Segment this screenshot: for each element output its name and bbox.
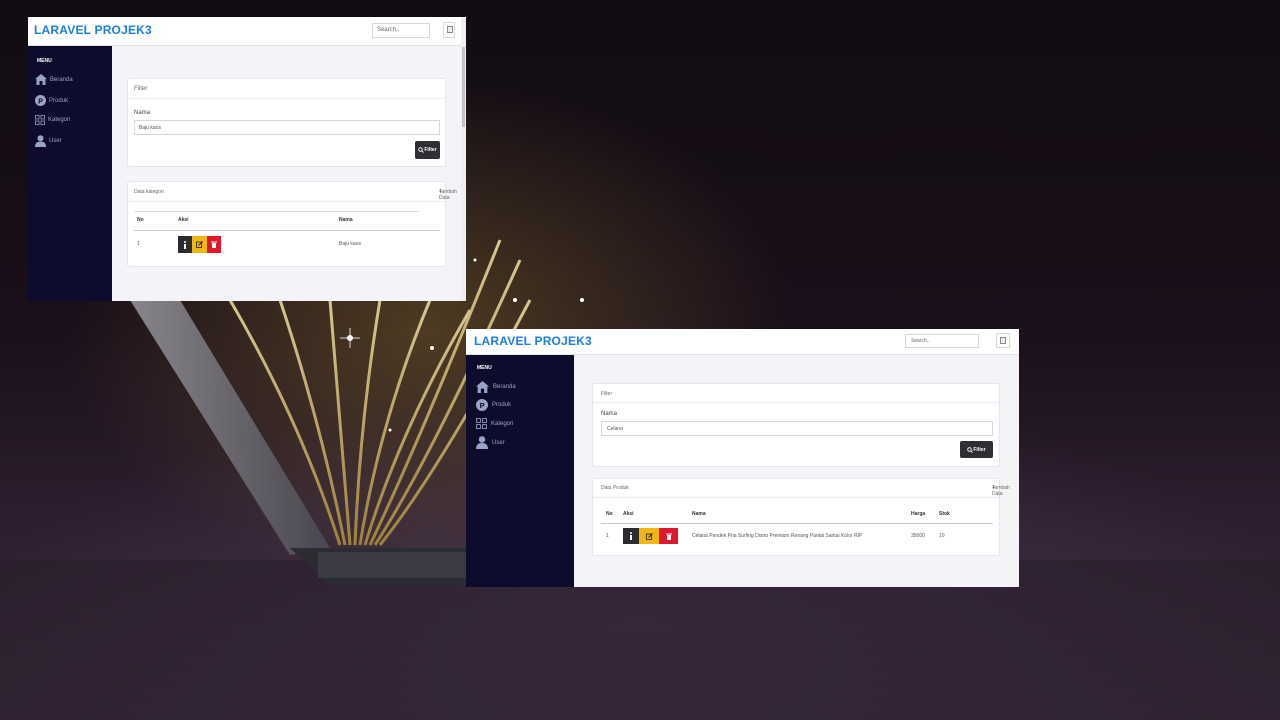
user-icon: [35, 135, 46, 147]
table-top-line: [134, 211, 419, 212]
profile-image-button[interactable]: [996, 333, 1010, 348]
profile-image-button[interactable]: [443, 22, 455, 38]
search-input[interactable]: Search..: [372, 23, 430, 38]
home-icon: [35, 74, 47, 85]
home-icon: [476, 381, 489, 393]
delete-button[interactable]: [207, 236, 221, 253]
sidebar: MENU Beranda P Produk Kategori User: [466, 355, 574, 587]
column-header-no: No: [606, 511, 613, 517]
table-cell-no: 1: [137, 241, 140, 247]
grid-icon: [476, 418, 487, 429]
filter-card-header: Filter: [593, 384, 999, 403]
sidebar-item-kategori[interactable]: Kategori: [476, 418, 513, 429]
svg-text:P: P: [38, 98, 43, 105]
grid-icon: [35, 115, 45, 125]
filter-title: Filter: [601, 391, 613, 397]
table-cell-stok: 10: [939, 533, 945, 539]
filter-button-label: Filter: [973, 446, 986, 453]
delete-button[interactable]: [659, 528, 678, 544]
table-cell-no: 1: [606, 533, 609, 539]
sidebar-item-beranda[interactable]: Beranda: [476, 381, 516, 393]
data-produk-card: Data Produk + Tambah Data No Aksi Nama Ha…: [592, 478, 1010, 556]
table-header-line: [601, 523, 993, 524]
column-header-aksi: Aksi: [178, 217, 189, 223]
sidebar-item-label: User: [49, 138, 62, 144]
data-card-header: Data Produk + Tambah Data: [593, 479, 1010, 498]
trash-icon: [211, 241, 217, 248]
table-header-line: [134, 230, 440, 231]
svg-text:P: P: [480, 401, 485, 410]
info-icon: [184, 240, 186, 249]
sidebar-item-produk[interactable]: P Produk: [35, 95, 68, 106]
edit-button[interactable]: [192, 236, 207, 253]
nama-label: Nama: [134, 110, 151, 116]
nama-input[interactable]: Celana: [601, 421, 993, 436]
sidebar: MENU Beranda P Produk Kategori User: [28, 46, 112, 301]
column-header-nama: Nama: [339, 217, 353, 223]
menu-title: MENU: [37, 58, 52, 64]
column-header-stok: Stok: [939, 511, 950, 517]
filter-card-header: Filter: [128, 79, 445, 99]
filter-card: Filter Nama Baju kaos Filter: [127, 78, 446, 167]
sidebar-item-label: Kategori: [491, 420, 514, 427]
column-header-aksi: Aksi: [623, 511, 634, 517]
add-data-label: Tambah Data: [439, 189, 457, 201]
screenshot-produk: LARAVEL PROJEK3 Search.. MENU Beranda P …: [466, 329, 1019, 587]
user-icon: [476, 436, 488, 449]
scrollbar[interactable]: [461, 17, 466, 301]
data-card-header: Data kategori + Tambah Data: [128, 182, 457, 202]
filter-button-label: Filter: [424, 147, 437, 153]
p-circle-icon: P: [35, 95, 46, 106]
nama-label: Nama: [601, 411, 618, 417]
broken-image-icon: [1000, 337, 1006, 344]
sidebar-item-label: Beranda: [50, 76, 73, 83]
sidebar-item-label: Beranda: [493, 384, 516, 390]
p-circle-icon: P: [476, 399, 488, 411]
table-cell-harga: 35000: [911, 533, 925, 539]
sidebar-item-user[interactable]: User: [476, 436, 505, 449]
brand-logo[interactable]: LARAVEL PROJEK3: [474, 334, 592, 348]
broken-image-icon: [447, 26, 453, 33]
edit-icon: [196, 241, 203, 248]
menu-title: MENU: [477, 365, 492, 371]
sidebar-item-label: Produk: [49, 97, 69, 104]
column-header-no: No: [137, 217, 144, 223]
table-cell-nama: Baju kaos: [339, 241, 361, 247]
sidebar-item-label: User: [492, 439, 505, 446]
info-button[interactable]: [623, 528, 639, 544]
table-cell-nama: Celana Pendek Pria Surfing Distro Premiu…: [692, 533, 863, 539]
filter-button[interactable]: Filter: [415, 141, 440, 159]
sidebar-item-label: Produk: [492, 402, 512, 408]
filter-button[interactable]: Filter: [960, 441, 993, 458]
edit-icon: [645, 532, 653, 540]
trash-icon: [665, 533, 672, 540]
filter-title: Filter: [134, 86, 148, 92]
nama-input[interactable]: Baju kaos: [134, 120, 440, 135]
info-button[interactable]: [178, 236, 192, 253]
screenshot-kategori: LARAVEL PROJEK3 Search.. MENU Beranda P …: [28, 17, 466, 301]
sidebar-item-kategori[interactable]: Kategori: [35, 115, 70, 125]
top-navbar: LARAVEL PROJEK3 Search..: [466, 329, 1019, 355]
brand-logo[interactable]: LARAVEL PROJEK3: [34, 23, 152, 37]
edit-button[interactable]: [639, 528, 659, 544]
sidebar-item-beranda[interactable]: Beranda: [35, 74, 73, 85]
sidebar-item-produk[interactable]: P Produk: [476, 399, 511, 411]
column-header-nama: Nama: [692, 511, 706, 517]
data-card-title: Data kategori: [134, 189, 164, 195]
sidebar-item-user[interactable]: User: [35, 135, 62, 147]
add-data-label: Tambah Data: [992, 485, 1010, 497]
scrollbar-thumb[interactable]: [462, 47, 465, 127]
data-kategori-card: Data kategori + Tambah Data No Aksi Nama …: [127, 181, 457, 267]
sidebar-item-label: Kategori: [48, 117, 71, 123]
column-header-harga: Harga: [911, 511, 926, 517]
top-navbar: LARAVEL PROJEK3 Search..: [28, 17, 466, 46]
data-card-title: Data Produk: [601, 485, 629, 491]
filter-card: Filter Nama Celana Filter: [592, 383, 1000, 467]
search-input[interactable]: Search..: [905, 334, 979, 348]
info-icon: [630, 532, 632, 540]
